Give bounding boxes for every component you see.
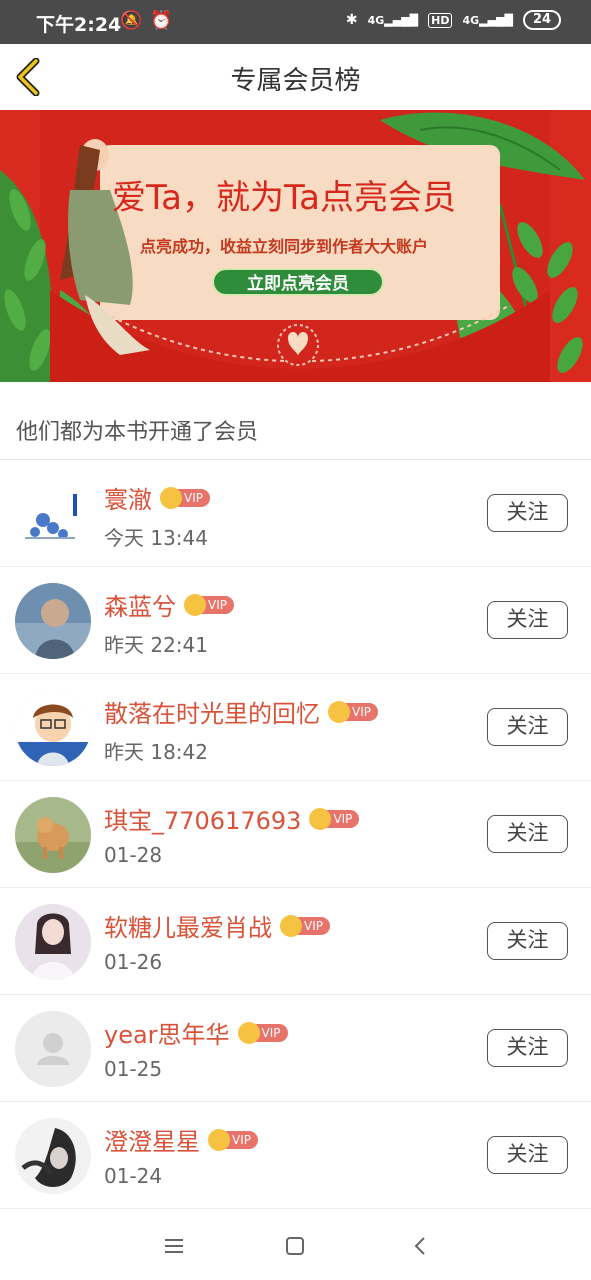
default-avatar-icon (15, 1011, 91, 1087)
vip-badge: VIP (280, 914, 330, 937)
vip-badge: VIP (328, 700, 378, 723)
follow-button[interactable]: 关注 (487, 601, 568, 639)
member-row[interactable]: 散落在时光里的回忆 VIP 昨天 18:42 关注 (0, 674, 591, 781)
banner-cta-button[interactable]: 立即点亮会员 (212, 268, 384, 296)
avatar-image (15, 690, 91, 766)
follow-button[interactable]: 关注 (487, 494, 568, 532)
avatar-image (15, 583, 91, 659)
status-time: 下午2:24 (36, 14, 122, 36)
crown-icon (280, 914, 302, 937)
mute-icon: 🔕 (120, 10, 151, 31)
page-title: 专属会员榜 (230, 66, 361, 96)
member-name-text: 澄澄星星 (104, 1128, 200, 1156)
follow-button[interactable]: 关注 (487, 708, 568, 746)
follow-button[interactable]: 关注 (487, 1029, 568, 1067)
bluetooth-icon: ✱ (345, 12, 358, 28)
avatar[interactable] (15, 690, 91, 766)
crown-icon (184, 593, 206, 616)
nav-bar: 专属会员榜 (0, 44, 591, 110)
member-name[interactable]: 琪宝_770617693 VIP (104, 801, 360, 836)
home-icon[interactable] (281, 1232, 309, 1260)
vip-badge: VIP (309, 807, 360, 830)
member-name[interactable]: 寰澈 VIP (104, 480, 210, 515)
member-row[interactable]: 澄澄星星 VIP 01-24 关注 (0, 1102, 591, 1209)
member-name-text: year思年华 (104, 1021, 230, 1049)
member-name[interactable]: 澄澄星星 VIP (104, 1122, 258, 1157)
follow-button[interactable]: 关注 (487, 922, 568, 960)
avatar-image (15, 904, 91, 980)
member-name-text: 森蓝兮 (104, 593, 176, 621)
vip-badge: VIP (237, 1021, 288, 1044)
section-title: 他们都为本书开通了会员 (16, 420, 259, 445)
network-label: 4G (367, 13, 385, 27)
signal-4g-icon: 4G▂▄▆█ (462, 13, 513, 27)
promo-banner[interactable]: 爱Ta，就为Ta点亮会员 点亮成功，收益立刻同步到作者大大账户 立即点亮会员 (0, 110, 591, 382)
member-name-text: 散落在时光里的回忆 (104, 700, 320, 728)
system-nav-bar (0, 1210, 591, 1280)
menu-icon[interactable] (160, 1232, 188, 1260)
avatar[interactable] (15, 1118, 91, 1194)
follow-button[interactable]: 关注 (487, 1136, 568, 1174)
avatar[interactable] (15, 583, 91, 659)
member-name-text: 琪宝_770617693 (104, 807, 302, 835)
signal-4g-icon: 4G▂▄▆█ (367, 13, 419, 27)
vip-badge: VIP (208, 1128, 258, 1151)
status-right-icons: ✱ 4G▂▄▆█ HD 4G▂▄▆█ 24 (346, 10, 561, 30)
avatar-image (15, 797, 91, 873)
back-icon[interactable] (406, 1232, 434, 1260)
member-time: 01-25 (104, 1057, 163, 1081)
member-row[interactable]: 软糖儿最爱肖战 VIP 01-26 关注 (0, 888, 591, 995)
banner-subline: 点亮成功，收益立刻同步到作者大大账户 (140, 237, 429, 256)
member-time: 昨天 18:42 (104, 740, 208, 764)
member-name[interactable]: year思年华 VIP (104, 1015, 288, 1050)
member-time: 昨天 22:41 (104, 633, 208, 657)
member-list: 寰澈 VIP 今天 13:44 关注 森蓝兮 VIP 昨天 22:41 关注 散… (0, 460, 591, 1209)
crown-icon (309, 807, 332, 830)
banner-headline: 爱Ta，就为Ta点亮会员 (112, 178, 456, 218)
member-row[interactable]: 寰澈 VIP 今天 13:44 关注 (0, 460, 591, 567)
avatar[interactable] (15, 904, 91, 980)
network-label: 4G (462, 13, 480, 27)
crown-icon (208, 1128, 230, 1151)
avatar-image (15, 1118, 91, 1194)
status-bar: 下午2:24 🔕⏰ ✱ 4G▂▄▆█ HD 4G▂▄▆█ 24 (0, 0, 591, 44)
member-name-text: 寰澈 (104, 486, 152, 514)
member-row[interactable]: year思年华 VIP 01-25 关注 (0, 995, 591, 1102)
member-row[interactable]: 森蓝兮 VIP 昨天 22:41 关注 (0, 567, 591, 674)
member-time: 01-24 (104, 1164, 163, 1188)
follow-button[interactable]: 关注 (487, 815, 568, 853)
section-header: 他们都为本书开通了会员 (0, 382, 591, 460)
member-time: 01-28 (104, 843, 163, 867)
crown-icon (237, 1021, 260, 1044)
member-name[interactable]: 森蓝兮 VIP (104, 587, 234, 622)
crown-icon (160, 486, 182, 509)
member-time: 今天 13:44 (104, 526, 208, 550)
avatar[interactable] (15, 476, 91, 552)
member-row[interactable]: 琪宝_770617693 VIP 01-28 关注 (0, 781, 591, 888)
avatar-image (15, 476, 91, 552)
member-time: 01-26 (104, 950, 163, 974)
status-left-icons: 🔕⏰ (120, 10, 181, 31)
battery-indicator: 24 (523, 10, 561, 30)
crown-icon (328, 700, 350, 723)
vip-badge: VIP (160, 486, 210, 509)
hd-icon: HD (428, 12, 453, 28)
member-name[interactable]: 软糖儿最爱肖战 VIP (104, 908, 330, 943)
avatar[interactable] (15, 1011, 91, 1087)
vip-badge: VIP (184, 593, 234, 616)
alarm-icon: ⏰ (150, 10, 181, 31)
member-name[interactable]: 散落在时光里的回忆 VIP (104, 694, 378, 729)
avatar[interactable] (15, 797, 91, 873)
member-name-text: 软糖儿最爱肖战 (104, 914, 272, 942)
